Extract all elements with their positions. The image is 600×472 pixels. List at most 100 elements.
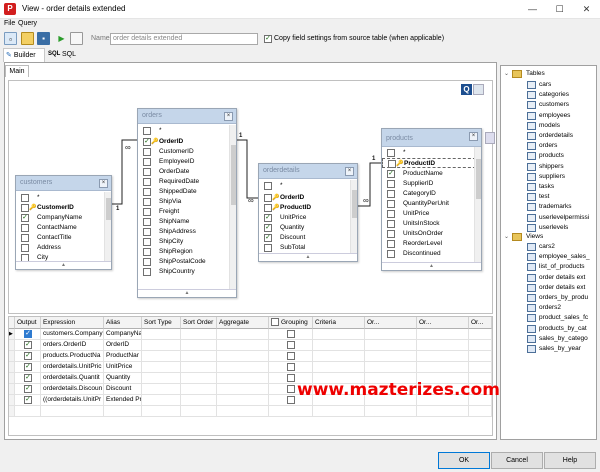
output-checkbox[interactable]: ✓	[24, 396, 32, 404]
field-row[interactable]: RequiredDate	[138, 177, 236, 187]
expression-cell[interactable]: ((orderdetails.UnitPr	[41, 395, 104, 406]
alias-cell[interactable]: Quantity	[104, 373, 142, 384]
field-row[interactable]: *	[16, 193, 111, 203]
field-row[interactable]: ✓ Discount	[259, 233, 357, 243]
grouping-checkbox[interactable]	[287, 385, 295, 393]
grid-cell[interactable]	[142, 406, 181, 417]
table-scrollbar[interactable]	[350, 180, 357, 254]
expression-cell[interactable]: orders.OrderID	[41, 340, 104, 351]
grid-cell[interactable]	[181, 395, 217, 406]
field-row[interactable]: 🔑 OrderID	[259, 193, 357, 203]
field-row[interactable]: SupplierID	[382, 179, 481, 189]
tree-item-table[interactable]: models	[527, 121, 596, 131]
close-icon[interactable]: ×	[345, 167, 354, 176]
field-row[interactable]: ✓ ProductName	[382, 169, 481, 179]
tree-item-table[interactable]: customers	[527, 100, 596, 110]
tree-item-view[interactable]: product_sales_fc	[527, 313, 596, 323]
field-row[interactable]: ShipCity	[138, 237, 236, 247]
grouping-checkbox[interactable]	[287, 363, 295, 371]
field-row[interactable]: UnitsInStock	[382, 219, 481, 229]
tree-node-tables[interactable]: ⌄ Tables	[504, 69, 594, 79]
close-icon[interactable]: ×	[224, 112, 233, 121]
close-icon[interactable]: ×	[99, 179, 108, 188]
output-checkbox[interactable]: ✓	[24, 330, 32, 338]
field-row[interactable]: *	[382, 148, 481, 158]
grid-cell[interactable]	[181, 329, 217, 340]
grid-cell[interactable]	[313, 362, 365, 373]
grid-cell[interactable]	[181, 406, 217, 417]
field-row[interactable]: EmployeeID	[138, 157, 236, 167]
alias-cell[interactable]	[104, 406, 142, 417]
col-header-aggregate[interactable]: Aggregate	[217, 317, 269, 329]
output-checkbox[interactable]: ✓	[24, 385, 32, 393]
grid-cell[interactable]	[313, 351, 365, 362]
col-header-grouping[interactable]: Grouping	[269, 317, 313, 329]
tree-item-table[interactable]: suppliers	[527, 172, 596, 182]
field-row[interactable]: ShipPostalCode	[138, 257, 236, 267]
field-row[interactable]: *	[259, 181, 357, 191]
grid-cell[interactable]	[469, 406, 492, 417]
tree-item-table[interactable]: products	[527, 151, 596, 161]
grid-cell[interactable]	[313, 340, 365, 351]
grid-cell[interactable]	[217, 384, 269, 395]
grid-cell[interactable]	[417, 351, 469, 362]
grid-cell[interactable]	[417, 329, 469, 340]
col-header-expression[interactable]: Expression	[41, 317, 104, 329]
tree-item-view[interactable]: order details ext	[527, 273, 596, 283]
grid-cell[interactable]	[469, 362, 492, 373]
cancel-button[interactable]: Cancel	[491, 452, 543, 469]
grouping-checkbox[interactable]	[287, 330, 295, 338]
field-row[interactable]: ShipCountry	[138, 267, 236, 277]
tree-item-table[interactable]: cars	[527, 80, 596, 90]
expression-cell[interactable]: orderdetails.Discoun	[41, 384, 104, 395]
field-row[interactable]: ShipVia	[138, 197, 236, 207]
grid-cell[interactable]	[417, 340, 469, 351]
grouping-cell[interactable]	[269, 340, 313, 351]
field-row[interactable]: 🔑 CustomerID	[16, 203, 111, 213]
grid-cell[interactable]	[217, 373, 269, 384]
tree-item-view[interactable]: products_by_cat	[527, 324, 596, 334]
tree-item-view[interactable]: employee_sales_	[527, 252, 596, 262]
grouping-cell[interactable]	[269, 351, 313, 362]
field-row[interactable]: OrderDate	[138, 167, 236, 177]
tree-item-table[interactable]: userlevelpermissi	[527, 213, 596, 223]
grid-cell[interactable]	[365, 362, 417, 373]
field-row[interactable]: ✓ UnitPrice	[259, 213, 357, 223]
grouping-cell[interactable]	[269, 362, 313, 373]
grouping-cell[interactable]	[269, 329, 313, 340]
tree-item-table[interactable]: tasks	[527, 182, 596, 192]
tree-item-table[interactable]: test	[527, 192, 596, 202]
expression-cell[interactable]: orderdetails.Quantit	[41, 373, 104, 384]
field-row[interactable]: ShippedDate	[138, 187, 236, 197]
grid-cell[interactable]	[217, 395, 269, 406]
grid-cell[interactable]	[365, 406, 417, 417]
tree-item-view[interactable]: orders_by_produ	[527, 293, 596, 303]
grid-cell[interactable]	[217, 329, 269, 340]
field-row[interactable]: ShipRegion	[138, 247, 236, 257]
close-icon[interactable]: ×	[469, 132, 478, 141]
field-row[interactable]: ContactName	[16, 223, 111, 233]
field-row[interactable]: SubTotal	[259, 243, 357, 253]
grid-cell[interactable]	[365, 329, 417, 340]
expression-cell[interactable]: customers.CompanyN	[41, 329, 104, 340]
field-row[interactable]: Discontinued	[382, 249, 481, 259]
grid-cell[interactable]	[313, 406, 365, 417]
col-header-output[interactable]: Output	[15, 317, 41, 329]
alias-cell[interactable]: ProductNar	[104, 351, 142, 362]
grid-cell[interactable]	[417, 362, 469, 373]
field-row[interactable]: *	[138, 126, 236, 136]
field-row[interactable]: ✓ 🔑 OrderID	[138, 137, 236, 147]
output-checkbox[interactable]: ✓	[24, 363, 32, 371]
grid-cell[interactable]	[142, 373, 181, 384]
grid-cell[interactable]	[217, 340, 269, 351]
grid-cell[interactable]	[142, 362, 181, 373]
tree-item-view[interactable]: list_of_products	[527, 262, 596, 272]
alias-cell[interactable]: OrderID	[104, 340, 142, 351]
output-checkbox[interactable]: ✓	[24, 374, 32, 382]
grid-cell[interactable]	[365, 340, 417, 351]
help-button[interactable]: Help	[544, 452, 596, 469]
table-products[interactable]: products × * 🔑 ProductID ✓ ProductName Supp…	[381, 128, 482, 271]
col-header-or-3[interactable]: Or...	[469, 317, 492, 329]
grid-cell[interactable]	[142, 384, 181, 395]
alias-cell[interactable]: Extended Pr	[104, 395, 142, 406]
